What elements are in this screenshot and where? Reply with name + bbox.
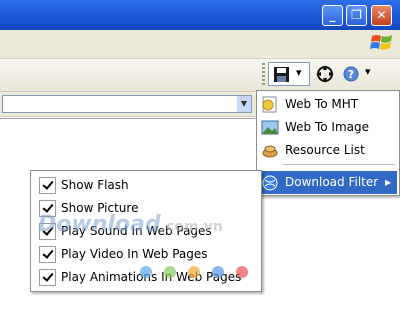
save-dropdown-arrow: ▾: [296, 66, 302, 79]
svg-text:?: ?: [348, 68, 354, 81]
windows-logo-icon: [370, 35, 392, 50]
filter-globe-icon: [262, 175, 278, 191]
watermark-logo: Download.com.vn: [38, 212, 223, 237]
menu-item-download-filter[interactable]: Download Filter ▸: [259, 171, 397, 194]
menu-separator: [283, 164, 395, 165]
content-divider: [0, 118, 256, 119]
watermark-dot: [164, 266, 176, 278]
check-icon: [39, 269, 56, 286]
address-dropdown-icon[interactable]: ▼: [237, 96, 251, 112]
help-dropdown-button[interactable]: ? ▾: [340, 62, 376, 86]
menu-item-show-flash[interactable]: Show Flash: [33, 174, 259, 197]
minimize-icon: _: [329, 8, 336, 22]
resource-list-icon: [262, 145, 278, 158]
watermark-dot: [212, 266, 224, 278]
menu-item-label: Resource List: [285, 143, 365, 157]
save-dropdown-menu: Web To MHT Web To Image Resource List Do…: [256, 90, 400, 196]
compass-icon: [316, 65, 334, 83]
web-page-icon: [262, 96, 277, 113]
toolbar-grip[interactable]: [262, 63, 265, 87]
submenu-arrow-icon: ▸: [384, 175, 391, 189]
watermark-dot: [236, 266, 248, 278]
address-input[interactable]: ▼: [2, 95, 252, 113]
menu-item-resource-list[interactable]: Resource List: [259, 139, 397, 162]
check-icon: [39, 177, 56, 194]
close-button[interactable]: ✕: [371, 5, 392, 26]
check-icon: [39, 246, 56, 263]
watermark-brand: Download: [38, 212, 161, 237]
navigate-button[interactable]: [312, 62, 338, 86]
help-icon: ?: [343, 66, 359, 82]
address-bar: ▼: [0, 92, 256, 117]
menu-item-play-video[interactable]: Play Video In Web Pages: [33, 243, 259, 266]
save-dropdown-button[interactable]: ▾: [268, 62, 310, 86]
watermark-dot: [188, 266, 200, 278]
help-dropdown-arrow: ▾: [365, 65, 371, 78]
window-title-bar: _ ❐ ✕: [0, 0, 400, 30]
menu-item-label: Web To MHT: [285, 97, 359, 111]
menu-item-web-to-image[interactable]: Web To Image: [259, 116, 397, 139]
close-icon: ✕: [376, 8, 387, 22]
menu-item-label: Show Flash: [61, 178, 129, 192]
menu-item-web-to-mht[interactable]: Web To MHT: [259, 93, 397, 116]
image-icon: [261, 120, 279, 135]
menu-item-label: Download Filter: [285, 175, 379, 189]
toolbar: ▾ ? ▾: [0, 59, 400, 92]
maximize-button[interactable]: ❐: [346, 5, 367, 26]
watermark-domain: .com.vn: [160, 219, 223, 235]
watermark-dot: [140, 266, 152, 278]
menu-item-label: Web To Image: [285, 120, 370, 134]
maximize-icon: ❐: [351, 8, 362, 22]
floppy-disk-icon: [274, 67, 289, 82]
menu-bar: [0, 30, 400, 59]
minimize-button[interactable]: _: [322, 5, 343, 26]
menu-item-label: Play Video In Web Pages: [61, 247, 208, 261]
